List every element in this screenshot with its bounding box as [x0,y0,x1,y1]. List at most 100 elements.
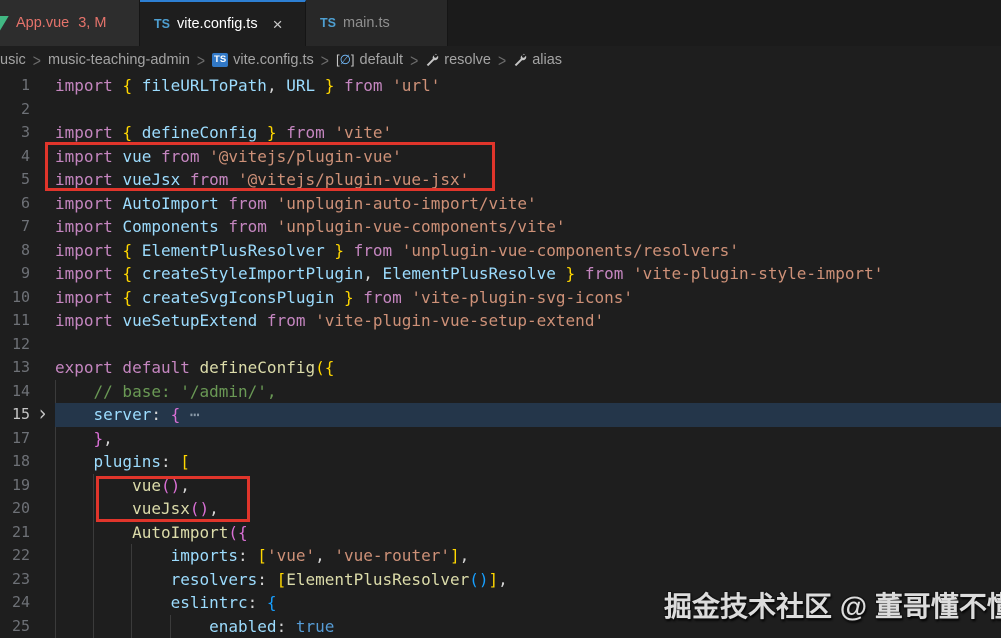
code-line[interactable]: 10 import { createSvgIconsPlugin } from '… [0,286,1001,310]
code-line[interactable]: 7import Components from 'unplugin-vue-co… [0,215,1001,239]
line-number[interactable]: 13 [0,356,30,380]
tab-label: vite.config.ts [177,16,258,32]
line-number[interactable]: 2 [0,98,30,122]
code-text: server: { ⋯ [55,403,1001,427]
code-text: // base: '/admin/', [55,380,1001,404]
line-number[interactable]: 5 [0,168,30,192]
line-number[interactable]: 1 [0,74,30,98]
tab-vite-config[interactable]: TS vite.config.ts × [140,0,306,46]
fold-chevron-icon[interactable]: › [30,403,55,427]
close-icon[interactable]: × [273,16,283,33]
line-number[interactable]: 22 [0,544,30,568]
code-text: }, [55,427,1001,451]
code-text: import { fileURLToPath, URL } from 'url' [55,74,1001,98]
tab-main-ts[interactable]: TS main.ts [306,0,448,46]
line-number[interactable]: 10 [0,286,30,310]
code-text: import { createStyleImportPlugin, Elemen… [55,262,1001,286]
tab-label: main.ts [343,15,390,31]
code-area: 1 import { fileURLToPath, URL } from 'url… [0,74,1001,638]
line-number[interactable]: 21 [0,521,30,545]
code-line[interactable]: 18 plugins: [ [0,450,1001,474]
code-line[interactable]: 5 import vueJsx from '@vitejs/plugin-vue-… [0,168,1001,192]
line-number[interactable]: 9 [0,262,30,286]
chevron-right-icon: > [498,50,506,70]
code-line[interactable]: 17 }, [0,427,1001,451]
line-number[interactable]: 25 [0,615,30,638]
breadcrumb-item-project[interactable]: music-teaching-admin [48,52,190,68]
code-text [55,333,1001,357]
fold-gutter [30,145,55,169]
fold-gutter [30,74,55,98]
code-line[interactable]: 11import vueSetupExtend from 'vite-plugi… [0,309,1001,333]
line-number[interactable]: 18 [0,450,30,474]
typescript-icon: TS [320,16,336,30]
line-number[interactable]: 8 [0,239,30,263]
breadcrumb-item-file[interactable]: TS vite.config.ts [212,52,314,68]
chevron-right-icon: > [197,50,205,70]
breadcrumb-item-music[interactable]: usic [0,52,26,68]
code-line[interactable]: 19 vue(), [0,474,1001,498]
code-line[interactable]: 9 import { createStyleImportPlugin, Eleme… [0,262,1001,286]
code-line[interactable]: 21 AutoImport({ [0,521,1001,545]
code-line[interactable]: 8import { ElementPlusResolver } from 'un… [0,239,1001,263]
code-text: plugins: [ [55,450,1001,474]
chevron-right-icon: > [321,50,329,70]
line-number[interactable]: 12 [0,333,30,357]
fold-gutter [30,98,55,122]
fold-gutter [30,427,55,451]
typescript-icon: TS [154,17,170,31]
line-number[interactable]: 3 [0,121,30,145]
line-number[interactable]: 11 [0,309,30,333]
line-number[interactable]: 15 [0,403,30,427]
breadcrumb-item-resolve[interactable]: resolve [425,52,491,68]
fold-gutter [30,168,55,192]
breadcrumb: usic > music-teaching-admin > TS vite.co… [0,46,1001,74]
line-number[interactable]: 4 [0,145,30,169]
line-number[interactable]: 7 [0,215,30,239]
code-text: import vueJsx from '@vitejs/plugin-vue-j… [55,168,1001,192]
code-line[interactable]: 13 export default defineConfig({ [0,356,1001,380]
code-text: import vue from '@vitejs/plugin-vue' [55,145,1001,169]
line-number[interactable]: 23 [0,568,30,592]
fold-gutter [30,262,55,286]
line-number[interactable]: 6 [0,192,30,216]
tab-app-vue[interactable]: App.vue 3, M [0,0,140,46]
line-number[interactable]: 14 [0,380,30,404]
code-text: AutoImport({ [55,521,1001,545]
code-line[interactable]: 12 [0,333,1001,357]
code-text: import { createSvgIconsPlugin } from 'vi… [55,286,1001,310]
chevron-right-icon: > [410,50,418,70]
breadcrumb-item-default[interactable]: [∅] default [336,52,403,68]
code-line[interactable]: 4 import vue from '@vitejs/plugin-vue' [0,145,1001,169]
code-line[interactable]: 1 import { fileURLToPath, URL } from 'url… [0,74,1001,98]
chevron-right-icon: > [33,50,41,70]
code-line[interactable]: 3import { defineConfig } from 'vite' [0,121,1001,145]
fold-gutter [30,591,55,615]
code-text: import AutoImport from 'unplugin-auto-im… [55,192,1001,216]
code-line[interactable]: 20 vueJsx(), [0,497,1001,521]
code-line[interactable]: 2 [0,98,1001,122]
code-text: imports: ['vue', 'vue-router'], [55,544,1001,568]
fold-gutter [30,121,55,145]
code-line[interactable]: 15› server: { ⋯ [0,403,1001,427]
fold-gutter [30,544,55,568]
fold-gutter [30,450,55,474]
line-number[interactable]: 17 [0,427,30,451]
fold-gutter [30,333,55,357]
vue-logo-icon [0,16,9,31]
code-text: vue(), [55,474,1001,498]
fold-gutter [30,356,55,380]
tab-bar: App.vue 3, M TS vite.config.ts × TS main… [0,0,1001,46]
line-number[interactable]: 24 [0,591,30,615]
code-line[interactable]: 14 // base: '/admin/', [0,380,1001,404]
code-line[interactable]: 22 imports: ['vue', 'vue-router'], [0,544,1001,568]
code-line[interactable]: 6 import AutoImport from 'unplugin-auto-i… [0,192,1001,216]
line-number[interactable]: 20 [0,497,30,521]
symbol-module-icon: [∅] [336,52,355,68]
breadcrumb-item-alias[interactable]: alias [513,52,562,68]
code-editor[interactable]: 1 import { fileURLToPath, URL } from 'url… [0,74,1001,638]
typescript-icon: TS [212,53,228,66]
code-text: export default defineConfig({ [55,356,1001,380]
fold-gutter [30,215,55,239]
line-number[interactable]: 19 [0,474,30,498]
